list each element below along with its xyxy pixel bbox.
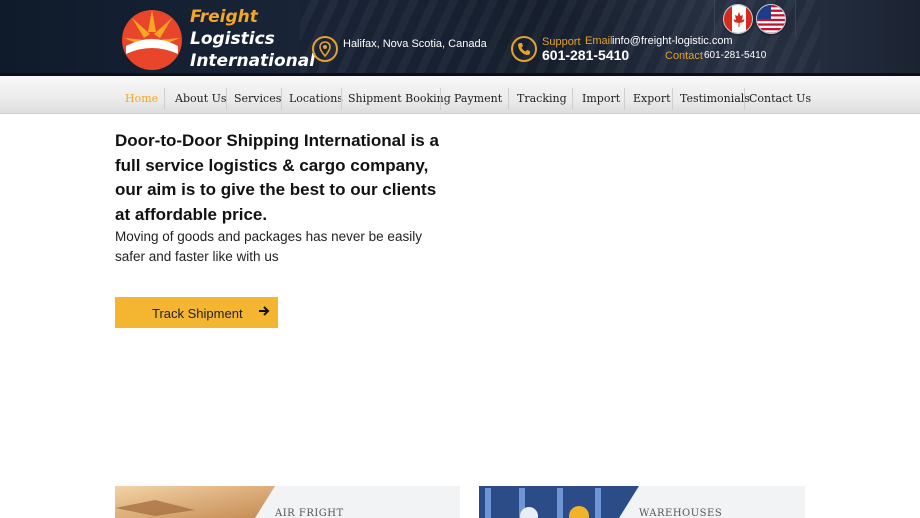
nav-item-export[interactable]: Export [633,92,671,105]
track-shipment-label: Track Shipment [152,306,243,321]
nav-item-shipment-booking[interactable]: Shipment Booking [348,92,451,105]
nav-divider [164,88,165,110]
nav-item-services[interactable]: Services [234,92,281,105]
hero-subtitle: Moving of goods and packages has never b… [115,229,422,264]
language-flags [714,0,796,36]
air-freight-image [115,486,275,518]
nav-divider [440,88,441,110]
main-nav: Home About Us Services Locations Shipmen… [0,76,920,114]
service-card-warehouses[interactable]: WAREHOUSES [479,486,805,518]
nav-item-contact-us[interactable]: Contact Us [749,92,811,105]
warehouses-label: WAREHOUSES [639,508,723,518]
warehouses-image [479,486,639,518]
nav-divider [624,88,625,110]
location-pin-icon [312,36,338,62]
logo-line-international: International [190,51,316,71]
location-text: Halifax, Nova Scotia, Canada [343,38,487,50]
nav-divider [572,88,573,110]
arrow-right-icon [259,306,270,316]
nav-item-tracking[interactable]: Tracking [517,92,567,105]
hero-title: Door-to-Door Shipping International is a… [115,131,439,224]
email-label: Email [585,35,613,47]
nav-divider [281,88,282,110]
canada-flag-icon[interactable] [723,4,753,34]
track-shipment-button[interactable]: Track Shipment [115,297,278,328]
nav-divider [226,88,227,110]
usa-flag-icon[interactable] [756,4,786,34]
contact-label: Contact [665,50,703,62]
nav-divider [672,88,673,110]
contact-phone[interactable]: 601-281-5410 [704,50,766,61]
logo-line-logistics: Logistics [190,29,275,49]
nav-item-import[interactable]: Import [582,92,620,105]
phone-icon [511,36,537,62]
nav-divider [744,88,745,110]
email-link[interactable]: info@freight-logistic.com [612,35,733,47]
nav-item-payment[interactable]: Payment [454,92,502,105]
logo-text[interactable]: Freight Logistics International [190,6,315,72]
site-header: Freight Logistics International Halifax,… [0,0,920,76]
nav-item-locations[interactable]: Locations [289,92,343,105]
nav-item-home[interactable]: Home [125,92,158,105]
nav-item-about-us[interactable]: About Us [175,92,227,105]
logo-line-freight: Freight [190,7,258,27]
logo-sun-icon[interactable] [120,6,184,70]
service-card-air-freight[interactable]: AIR FRIGHT [115,486,460,518]
support-phone[interactable]: 601-281-5410 [542,47,629,63]
nav-item-testimonials[interactable]: Testimonials [680,92,750,105]
nav-divider [508,88,509,110]
nav-divider [341,88,342,110]
air-freight-label: AIR FRIGHT [275,508,344,518]
